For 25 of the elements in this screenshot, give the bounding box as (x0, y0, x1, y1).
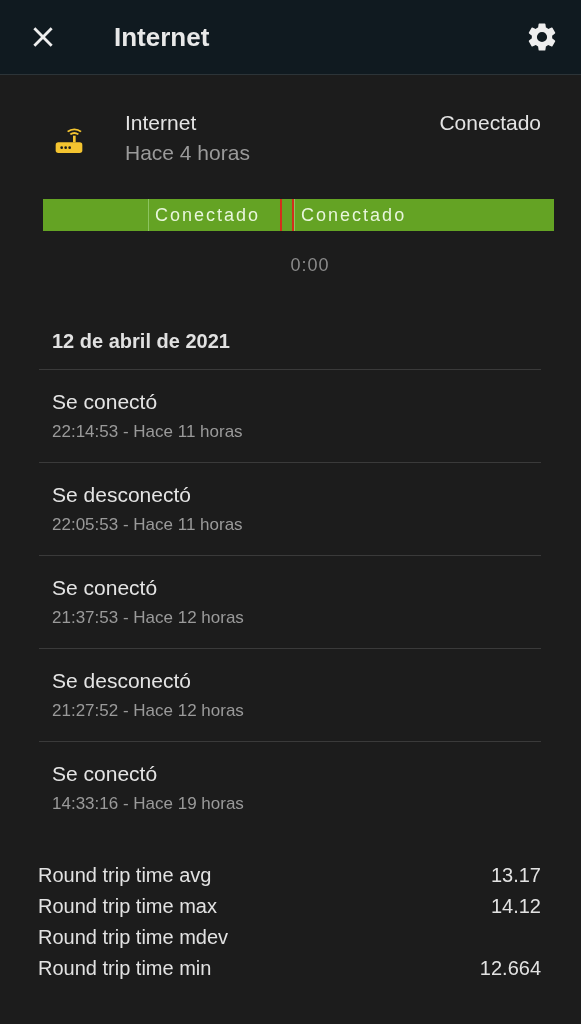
attribute-label: Round trip time avg (38, 864, 212, 887)
event-title: Se desconectó (52, 669, 192, 693)
last-changed: Hace 4 horas (125, 141, 251, 165)
event-title: Se conectó (52, 576, 159, 600)
axis-label: 0:00 (290, 255, 330, 275)
event-title: Se conectó (52, 762, 159, 786)
device-status: Conectado (439, 111, 541, 135)
event-title: Se desconectó (52, 483, 192, 507)
date-heading: 12 de abril de 2021 (39, 276, 541, 370)
attribute-label: Round trip time min (38, 957, 212, 980)
attribute-label: Round trip time max (38, 895, 217, 918)
event-time: 22:05:53 - Hace 11 horas (52, 515, 244, 535)
event-title: Se conectó (52, 390, 159, 414)
page-title: Internet (114, 21, 211, 53)
attribute-label: Round trip time mdev (38, 926, 229, 949)
attribute-value: 12.664 (479, 957, 541, 980)
device-name: Internet (125, 111, 198, 135)
event-time: 22:14:53 - Hace 11 horas (52, 422, 244, 442)
segment-label: Conectado (155, 204, 261, 226)
event-time: 14:33:16 - Hace 19 horas (52, 794, 245, 814)
attribute-value: 14.12 (490, 895, 541, 918)
event-time: 21:37:53 - Hace 12 horas (52, 608, 245, 628)
attribute-value: 13.17 (490, 864, 541, 887)
event-time: 21:27:52 - Hace 12 horas (52, 701, 245, 721)
segment-label: Conectado (301, 204, 407, 226)
